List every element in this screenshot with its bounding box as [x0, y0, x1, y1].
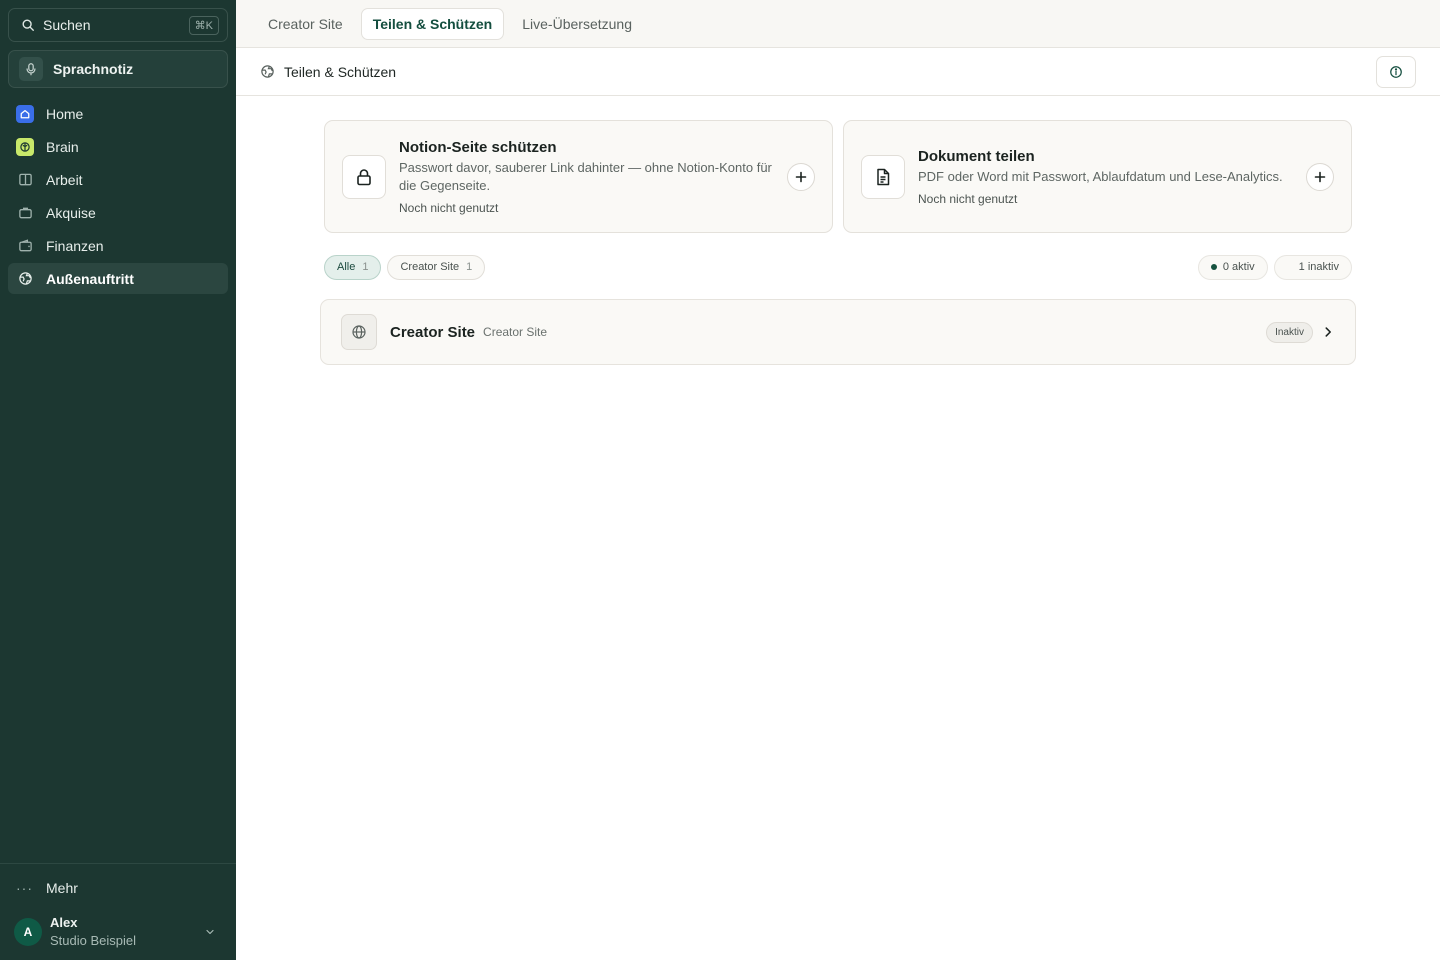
inactive-count: 1 inaktiv — [1298, 261, 1339, 273]
card-description: PDF oder Word mit Passwort, Ablaufdatum … — [918, 168, 1283, 184]
sidebar-item-arbeit[interactable]: Arbeit — [8, 164, 228, 195]
sidebar-item-label: Akquise — [46, 204, 96, 221]
user-org: Studio Beispiel — [50, 933, 136, 948]
card-status: Noch nicht genutzt — [399, 200, 499, 215]
main-area: Creator Site Teilen & Schützen Live-Über… — [236, 0, 1440, 960]
add-protected-page-button[interactable] — [787, 162, 815, 191]
sidebar-nav: Home Brain Arbeit Akquise Finanzen Außen… — [0, 98, 236, 296]
sidebar-item-akquise[interactable]: Akquise — [8, 197, 228, 228]
voice-note-button[interactable]: Sprachnotiz — [8, 50, 228, 88]
search-label: Suchen — [43, 17, 91, 33]
document-icon — [861, 154, 905, 199]
filter-chip-creator-site[interactable]: Creator Site 1 — [387, 254, 486, 280]
filter-count: 1 — [362, 261, 369, 273]
card-body: Dokument teilen PDF oder Word mit Passwo… — [918, 148, 1294, 206]
action-cards: Notion-Seite schützen Passwort davor, sa… — [324, 120, 1352, 233]
more-label: Mehr — [46, 880, 78, 896]
globe-icon — [16, 270, 34, 288]
card-title: Notion-Seite schützen — [399, 138, 557, 156]
filter-chip-alle[interactable]: Alle 1 — [324, 254, 382, 280]
info-icon — [1390, 65, 1402, 78]
sidebar-item-label: Außenauftritt — [46, 270, 134, 287]
active-count: 0 aktiv — [1222, 261, 1255, 273]
chevron-right-icon — [1325, 327, 1331, 337]
filter-bar: Alle 1 Creator Site 1 0 aktiv 1 inaktiv — [324, 254, 1352, 280]
chevron-down-icon — [206, 929, 214, 935]
sidebar-item-label: Home — [46, 105, 84, 122]
item-subtitle: Creator Site — [483, 325, 548, 339]
filter-count: 1 — [466, 261, 473, 273]
sidebar-item-aussenauftritt[interactable]: Außenauftritt — [8, 263, 228, 294]
sidebar: Suchen ⌘K Sprachnotiz Home Brain Arbeit — [0, 0, 236, 960]
globe-icon — [261, 65, 274, 78]
search-button[interactable]: Suchen ⌘K — [8, 8, 228, 42]
sidebar-item-finanzen[interactable]: Finanzen — [8, 230, 228, 261]
card-description: Passwort davor, sauberer Link dahinter —… — [399, 159, 772, 193]
share-document-card[interactable]: Dokument teilen PDF oder Word mit Passwo… — [843, 120, 1352, 233]
add-shared-document-button[interactable] — [1306, 162, 1334, 191]
filter-label: Creator Site — [400, 261, 460, 273]
card-body: Notion-Seite schützen Passwort davor, sa… — [399, 139, 775, 215]
filter-label: Alle — [337, 261, 356, 273]
search-shortcut: ⌘K — [188, 15, 219, 35]
sidebar-item-label: Brain — [46, 138, 79, 155]
inactive-count-badge: 1 inaktiv — [1273, 254, 1352, 280]
sidebar-footer: ··· Mehr A Alex Studio Beispiel — [0, 863, 236, 960]
list-item[interactable]: Creator Site Creator Site Inaktiv — [320, 299, 1356, 365]
active-count-badge: 0 aktiv — [1197, 254, 1268, 280]
tab-teilen-schuetzen[interactable]: Teilen & Schützen — [360, 7, 505, 40]
briefcase-icon — [16, 204, 34, 222]
voice-note-label: Sprachnotiz — [53, 61, 134, 77]
more-icon: ··· — [16, 880, 33, 896]
card-status: Noch nicht genutzt — [918, 191, 1018, 206]
card-title: Dokument teilen — [918, 147, 1035, 165]
tab-bar: Creator Site Teilen & Schützen Live-Über… — [236, 0, 1440, 48]
sidebar-item-brain[interactable]: Brain — [8, 131, 228, 162]
tab-live-uebersetzung[interactable]: Live-Übersetzung — [510, 8, 644, 40]
content: Notion-Seite schützen Passwort davor, sa… — [320, 120, 1356, 365]
search-icon — [22, 19, 34, 31]
sidebar-item-home[interactable]: Home — [8, 98, 228, 129]
lock-icon — [342, 154, 386, 199]
globe-icon — [341, 314, 377, 350]
sidebar-item-label: Finanzen — [46, 237, 104, 254]
plus-icon — [1314, 171, 1326, 182]
active-dot-icon — [1210, 264, 1217, 270]
user-menu[interactable]: A Alex Studio Beispiel — [8, 908, 228, 950]
page-header: Teilen & Schützen — [236, 48, 1440, 96]
columns-icon — [16, 171, 34, 189]
home-icon — [16, 104, 34, 123]
brain-icon — [16, 137, 34, 156]
avatar: A — [14, 918, 42, 946]
user-info: Alex Studio Beispiel — [50, 914, 204, 950]
protect-notion-card[interactable]: Notion-Seite schützen Passwort davor, sa… — [324, 120, 833, 233]
item-title: Creator Site — [390, 323, 476, 341]
info-button[interactable] — [1376, 55, 1416, 88]
plus-icon — [795, 171, 807, 182]
user-name: Alex — [50, 915, 78, 930]
wallet-icon — [16, 237, 34, 255]
sidebar-item-label: Arbeit — [46, 171, 83, 188]
microphone-icon — [19, 57, 43, 81]
inactive-dot-icon — [1287, 264, 1293, 270]
more-button[interactable]: ··· Mehr — [8, 872, 228, 904]
status-badge: Inaktiv — [1266, 321, 1313, 343]
tab-creator-site[interactable]: Creator Site — [256, 8, 355, 40]
page-title: Teilen & Schützen — [284, 63, 397, 80]
